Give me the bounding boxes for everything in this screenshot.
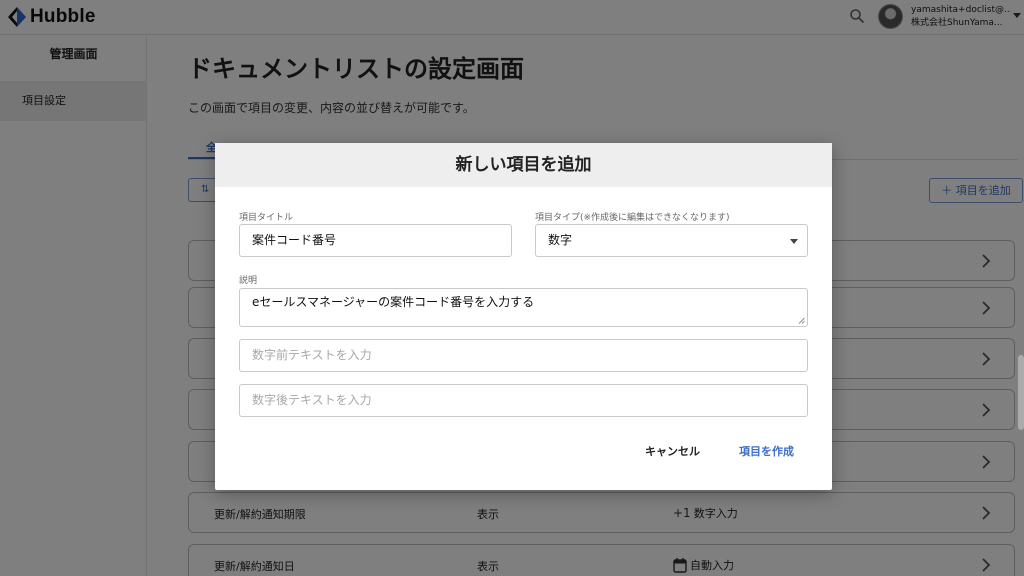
suffix-text-input[interactable]: 数字後テキストを入力 — [239, 384, 808, 417]
description-value: eセールスマネージャーの案件コード番号を入力する — [252, 295, 535, 309]
item-title-input[interactable]: 案件コード番号 — [239, 224, 512, 257]
scrollbar-thumb[interactable] — [1018, 355, 1024, 430]
description-label: 説明 — [239, 276, 258, 286]
item-type-select[interactable]: 数字 — [535, 224, 808, 257]
item-type-label: 項目タイプ(※作成後に編集はできなくなります) — [535, 213, 730, 223]
dialog-title: 新しい項目を追加 — [215, 143, 832, 187]
item-type-selected: 数字 — [548, 233, 573, 247]
add-item-dialog: 新しい項目を追加 項目タイトル 案件コード番号 項目タイプ(※作成後に編集はでき… — [215, 143, 832, 490]
description-textarea[interactable]: eセールスマネージャーの案件コード番号を入力する — [239, 288, 808, 327]
prefix-text-input[interactable]: 数字前テキストを入力 — [239, 339, 808, 372]
cancel-button[interactable]: キャンセル — [645, 443, 700, 459]
item-title-label: 項目タイトル — [239, 213, 294, 223]
resize-handle-icon[interactable] — [798, 317, 805, 324]
create-item-button[interactable]: 項目を作成 — [739, 443, 794, 459]
dropdown-caret-icon — [790, 239, 798, 244]
